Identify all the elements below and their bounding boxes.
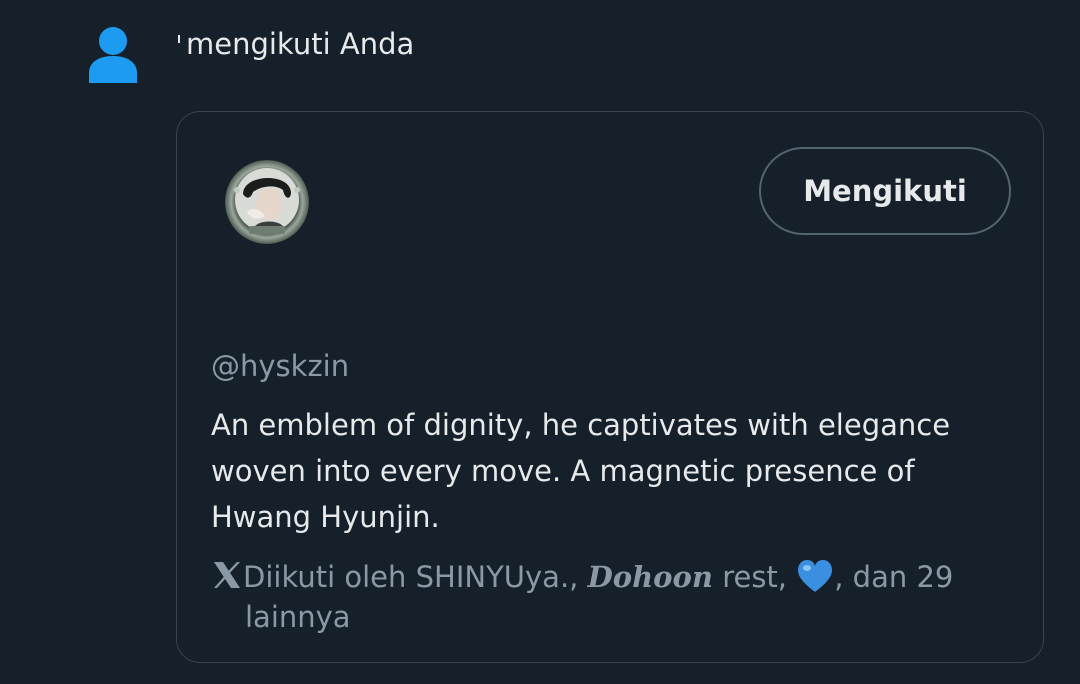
followed-by-others: lainnya [245, 600, 351, 634]
profile-avatar[interactable] [225, 160, 309, 244]
profile-handle[interactable]: @hyskzin [211, 346, 349, 386]
person-icon [89, 27, 137, 83]
blue-heart-icon [798, 560, 833, 592]
profile-card[interactable]: Mengikuti @hyskzin An emblem of dignity,… [176, 111, 1044, 663]
avatar-image [225, 160, 309, 244]
x-logo-icon [214, 562, 240, 588]
follower-name-rest: rest, [722, 560, 788, 594]
followed-by-line[interactable]: Diikuti oleh SHINYUya., Dohoon rest, , d… [211, 557, 991, 637]
truncated-name-mark [178, 35, 180, 43]
notification-text: mengikuti Anda [178, 24, 414, 64]
follower-name-dohoon: Dohoon [587, 560, 713, 594]
profile-bio: An emblem of dignity, he captivates with… [211, 408, 951, 534]
followed-by-prefix: Diikuti oleh SHINYUya., [243, 560, 579, 594]
following-button[interactable]: Mengikuti [759, 147, 1011, 235]
notification-label: mengikuti Anda [186, 27, 415, 61]
followed-by-count: , dan 29 [834, 560, 954, 594]
